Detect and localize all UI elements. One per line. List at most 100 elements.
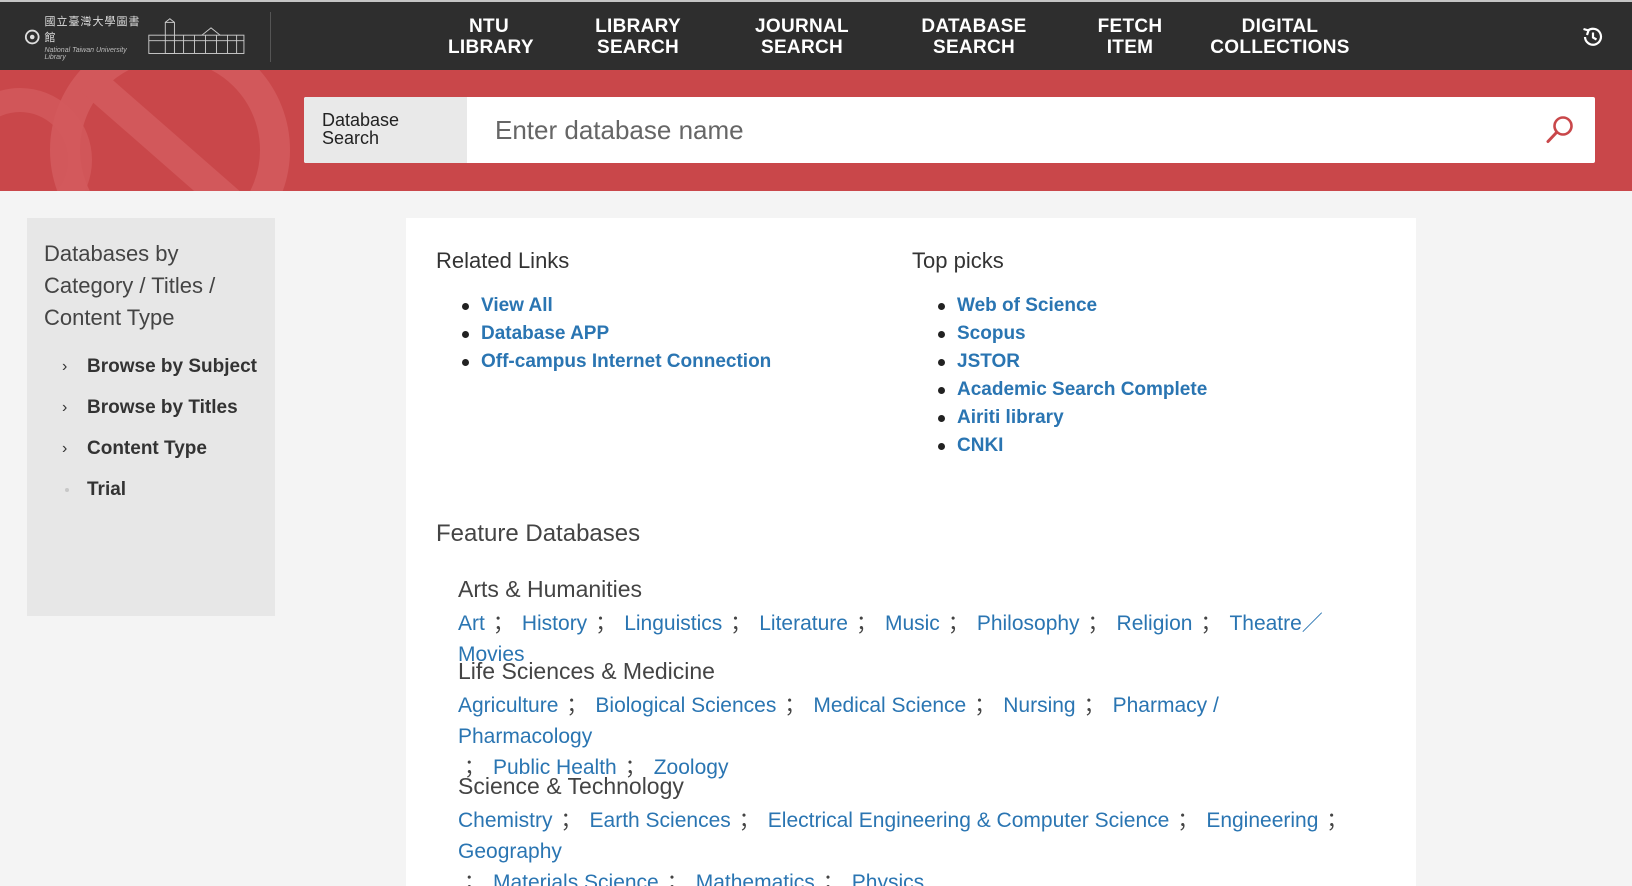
feature-group-title: Arts & Humanities bbox=[458, 576, 643, 602]
subject-link-electrical-engineering-computer-science[interactable]: Electrical Engineering & Computer Scienc… bbox=[768, 809, 1170, 832]
sidebar-item-trial[interactable]: Trial bbox=[44, 477, 258, 518]
chevron-right-icon: › bbox=[62, 399, 68, 416]
subject-link-engineering[interactable]: Engineering bbox=[1206, 809, 1318, 832]
bullet-dot-icon bbox=[65, 488, 69, 492]
logo-divider bbox=[270, 12, 271, 62]
nav-fetch-item[interactable]: FETCH ITEM bbox=[1094, 16, 1166, 58]
nav-label-line2: SEARCH bbox=[760, 37, 844, 58]
list-item: Web of Science bbox=[912, 292, 1207, 320]
feature-group-links: Agriculture ； Biological Sciences ； Medical … bbox=[458, 690, 1358, 783]
nav-label-line1: DATABASE bbox=[921, 16, 1027, 37]
subject-link-agriculture[interactable]: Agriculture bbox=[458, 694, 558, 717]
link-separator: ； bbox=[1083, 694, 1105, 717]
link-separator: ； bbox=[947, 612, 969, 635]
link-separator: ； bbox=[1177, 809, 1199, 832]
subject-link-history[interactable]: History bbox=[522, 612, 587, 635]
sidebar-list: › Browse by Subject › Browse by Titles ›… bbox=[44, 354, 258, 518]
search-icon[interactable] bbox=[1543, 113, 1577, 147]
nav-database-search[interactable]: DATABASE SEARCH bbox=[920, 16, 1028, 58]
history-icon[interactable] bbox=[1580, 24, 1606, 50]
link-separator: ； bbox=[974, 694, 996, 717]
link-jstor[interactable]: JSTOR bbox=[957, 351, 1020, 372]
library-building-icon bbox=[148, 18, 245, 54]
feature-group-title: Life Sciences & Medicine bbox=[458, 658, 715, 684]
subject-link-religion[interactable]: Religion bbox=[1117, 612, 1193, 635]
link-separator: ； bbox=[784, 694, 806, 717]
subject-link-geography[interactable]: Geography bbox=[458, 840, 562, 863]
link-view-all[interactable]: View All bbox=[481, 295, 553, 316]
database-search-input[interactable] bbox=[467, 97, 1527, 163]
nav-label-line2: COLLECTIONS bbox=[1210, 37, 1350, 58]
logo-title-en: National Taiwan University Library bbox=[44, 47, 127, 61]
link-airiti-library[interactable]: Airiti library bbox=[957, 407, 1064, 428]
logo-text: 國立臺灣大學圖書館 National Taiwan University Lib… bbox=[44, 13, 143, 61]
subject-link-biological-sciences[interactable]: Biological Sciences bbox=[595, 694, 776, 717]
link-off-campus-internet-connection[interactable]: Off-campus Internet Connection bbox=[481, 351, 771, 372]
sidebar-item-browse-by-titles[interactable]: › Browse by Titles bbox=[44, 395, 258, 436]
nav-library-search[interactable]: LIBRARY SEARCH bbox=[593, 16, 683, 58]
link-separator: ； bbox=[566, 694, 588, 717]
nav-label-line1: FETCH bbox=[1097, 16, 1163, 37]
subject-link-chemistry[interactable]: Chemistry bbox=[458, 809, 553, 832]
top-picks-section: Top picks Web of Science Scopus JSTOR Acade… bbox=[912, 248, 1207, 460]
link-separator: ； bbox=[595, 612, 617, 635]
nav-ntu-library[interactable]: NTU LIBRARY bbox=[448, 16, 534, 58]
list-item: Airiti library bbox=[912, 404, 1207, 432]
nav-journal-search[interactable]: JOURNAL SEARCH bbox=[754, 16, 850, 58]
sidebar-item-label: Browse by Subject bbox=[87, 356, 257, 377]
link-separator: ； bbox=[738, 809, 760, 832]
feature-databases-title: Feature Databases bbox=[436, 520, 641, 547]
subject-link-literature[interactable]: Literature bbox=[759, 612, 848, 635]
subject-link-philosophy[interactable]: Philosophy bbox=[977, 612, 1080, 635]
related-links-section: Related Links View All Database APP Off-ca… bbox=[436, 248, 771, 376]
link-cnki[interactable]: CNKI bbox=[957, 435, 1003, 456]
subject-link-mathematics[interactable]: Mathematics bbox=[696, 871, 815, 886]
list-item: View All bbox=[436, 292, 771, 320]
link-separator: ； bbox=[730, 612, 752, 635]
top-picks-list: Web of Science Scopus JSTOR Academic Search… bbox=[912, 292, 1207, 460]
sidebar-item-label: Content Type bbox=[87, 438, 207, 459]
link-separator: ； bbox=[560, 809, 582, 832]
subject-link-earth-sciences[interactable]: Earth Sciences bbox=[590, 809, 731, 832]
list-item: Scopus bbox=[912, 320, 1207, 348]
related-links-title: Related Links bbox=[436, 248, 570, 273]
nav-digital-collections[interactable]: DIGITAL COLLECTIONS bbox=[1210, 16, 1350, 58]
subject-link-medical-science[interactable]: Medical Science bbox=[813, 694, 966, 717]
link-separator: ； bbox=[1326, 809, 1348, 832]
link-separator: ； bbox=[666, 871, 688, 886]
nav-label-line2: SEARCH bbox=[932, 37, 1016, 58]
subject-link-nursing[interactable]: Nursing bbox=[1003, 694, 1075, 717]
sidebar-item-browse-by-subject[interactable]: › Browse by Subject bbox=[44, 354, 258, 395]
link-separator: ； bbox=[492, 612, 514, 635]
main-content-panel: Related Links View All Database APP Off-ca… bbox=[406, 218, 1416, 886]
list-item: CNKI bbox=[912, 432, 1207, 460]
nav-label-line1: LIBRARY bbox=[595, 16, 681, 37]
list-item: Off-campus Internet Connection bbox=[436, 348, 771, 376]
feature-link-row: Chemistry ； Earth Sciences ； Electrical Engi… bbox=[458, 805, 1358, 867]
subject-link-music[interactable]: Music bbox=[885, 612, 940, 635]
ntu-library-logo[interactable]: 國立臺灣大學圖書館 National Taiwan University Lib… bbox=[24, 12, 246, 62]
database-search-box: Database Search bbox=[304, 97, 1595, 163]
link-web-of-science[interactable]: Web of Science bbox=[957, 295, 1097, 316]
nav-label-line1: DIGITAL bbox=[1241, 16, 1319, 37]
feature-group-life-sciences: Life Sciences & Medicine Agriculture ； Bio… bbox=[458, 656, 1358, 783]
link-separator: ； bbox=[464, 871, 485, 886]
subject-link-physics[interactable]: Physics bbox=[852, 871, 924, 886]
feature-link-row: Agriculture ； Biological Sciences ； Medical … bbox=[458, 690, 1358, 752]
nav-label-line1: JOURNAL bbox=[755, 16, 849, 37]
search-scope-line1: Database bbox=[322, 110, 400, 130]
list-item: Database APP bbox=[436, 320, 771, 348]
link-academic-search-complete[interactable]: Academic Search Complete bbox=[957, 379, 1207, 400]
link-database-app[interactable]: Database APP bbox=[481, 323, 609, 344]
sidebar-item-content-type[interactable]: › Content Type bbox=[44, 436, 258, 477]
sidebar-item-label: Trial bbox=[87, 479, 127, 500]
chevron-right-icon: › bbox=[62, 440, 68, 457]
link-scopus[interactable]: Scopus bbox=[957, 323, 1026, 344]
subject-link-art[interactable]: Art bbox=[458, 612, 485, 635]
banner-decoration bbox=[0, 70, 290, 191]
subject-link-materials-science[interactable]: Materials Science bbox=[493, 871, 659, 886]
subject-link-linguistics[interactable]: Linguistics bbox=[624, 612, 722, 635]
link-separator: ； bbox=[855, 612, 877, 635]
category-sidebar: Databases by Category / Titles / Content… bbox=[27, 218, 275, 616]
link-separator: ； bbox=[1087, 612, 1109, 635]
